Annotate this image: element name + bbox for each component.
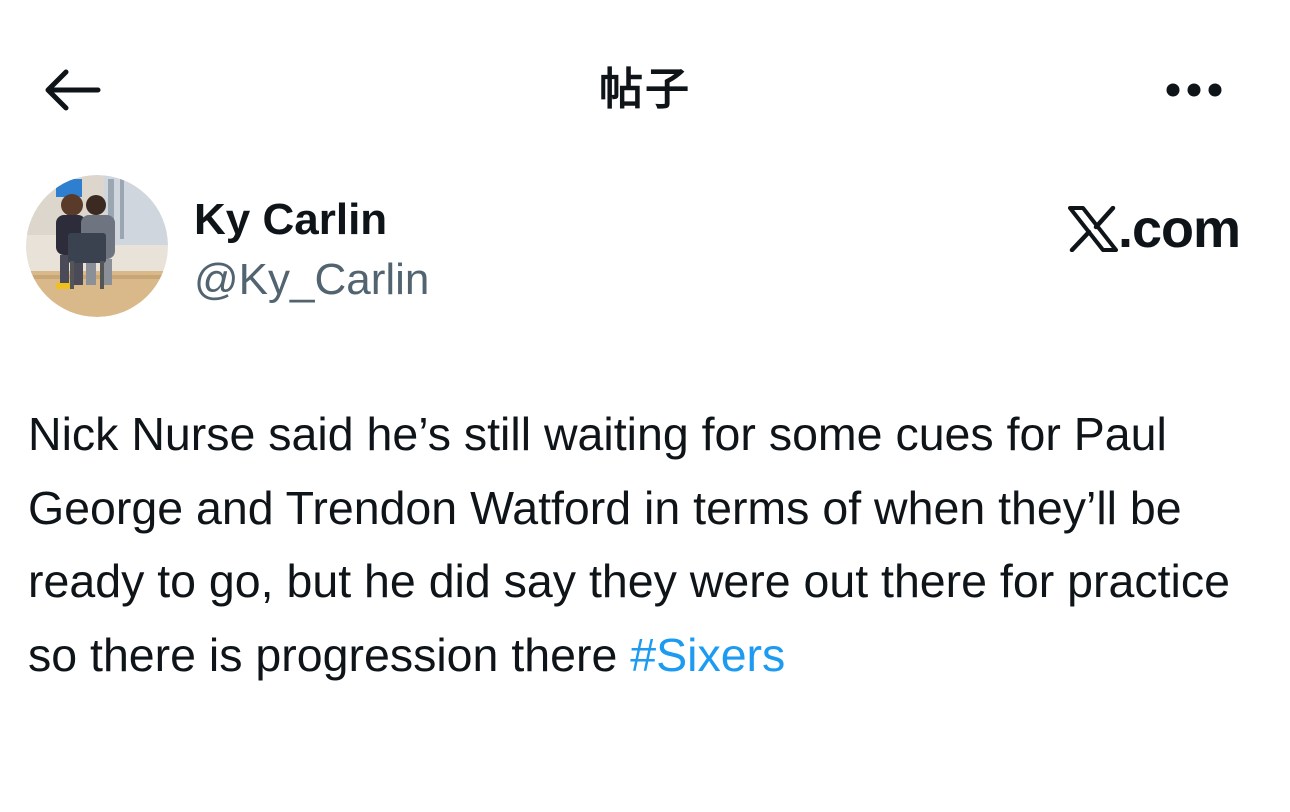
- brand-suffix: .com: [1117, 199, 1241, 259]
- top-navigation-bar: 帖子: [0, 0, 1290, 175]
- hashtag-link[interactable]: #Sixers: [630, 629, 785, 681]
- more-horizontal-icon: [1166, 83, 1222, 97]
- more-options-button[interactable]: [1158, 62, 1230, 118]
- avatar[interactable]: [26, 175, 168, 317]
- brand-watermark: .com: [1067, 199, 1241, 259]
- page-title: 帖子: [599, 64, 691, 115]
- x-logo-icon: [1067, 206, 1118, 252]
- tweet-text: Nick Nurse said he’s still waiting for s…: [28, 398, 1263, 692]
- author-handle[interactable]: @Ky_Carlin: [194, 253, 429, 307]
- tweet-body-text: Nick Nurse said he’s still waiting for s…: [28, 408, 1230, 681]
- tweet-author-header: Ky Carlin @Ky_Carlin .com: [0, 175, 1290, 325]
- profile-photo: [26, 175, 168, 317]
- author-display-name[interactable]: Ky Carlin: [194, 193, 387, 247]
